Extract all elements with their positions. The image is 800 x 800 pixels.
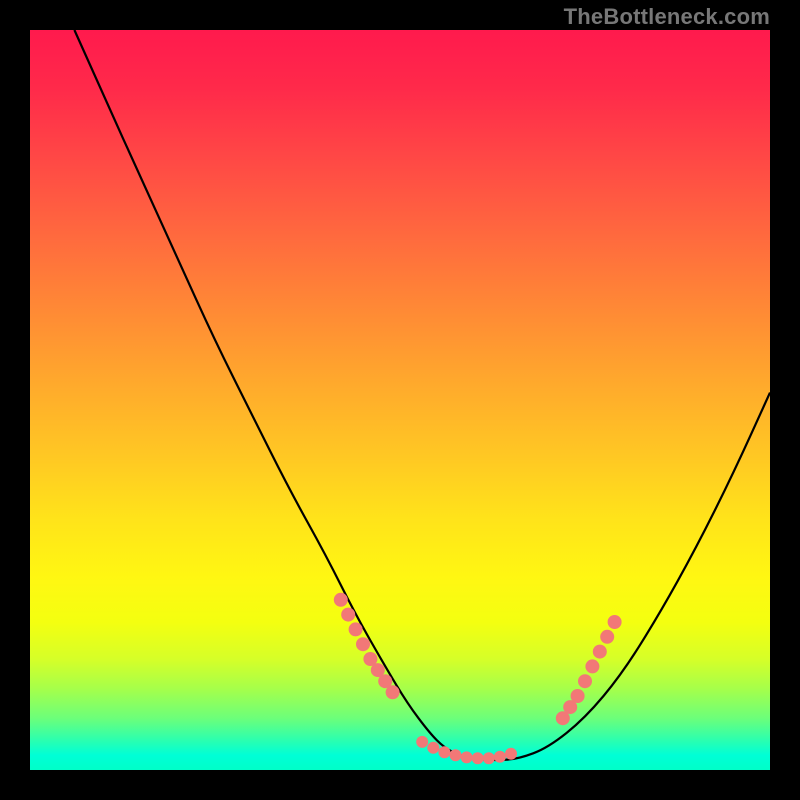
marker-cluster-valley	[416, 736, 517, 764]
curve-marker	[416, 736, 428, 748]
curve-marker	[356, 637, 370, 651]
chart-frame: TheBottleneck.com	[0, 0, 800, 800]
curve-marker	[608, 615, 622, 629]
curve-marker	[341, 608, 355, 622]
curve-marker	[427, 742, 439, 754]
marker-cluster-right	[556, 615, 622, 725]
curve-marker	[461, 751, 473, 763]
watermark-text: TheBottleneck.com	[564, 4, 770, 30]
curve-marker	[334, 593, 348, 607]
curve-marker	[450, 749, 462, 761]
curve-marker	[472, 752, 484, 764]
curve-marker	[505, 748, 517, 760]
curve-marker	[578, 674, 592, 688]
curve-marker	[483, 752, 495, 764]
curve-marker	[593, 645, 607, 659]
bottleneck-curve	[74, 30, 770, 760]
curve-marker	[571, 689, 585, 703]
plot-area	[30, 30, 770, 770]
curve-marker	[349, 622, 363, 636]
curve-marker	[600, 630, 614, 644]
marker-cluster-left	[334, 593, 400, 700]
curve-marker	[494, 751, 506, 763]
curve-marker	[386, 685, 400, 699]
curve-marker	[585, 659, 599, 673]
curve-marker	[438, 746, 450, 758]
curve-svg	[30, 30, 770, 770]
